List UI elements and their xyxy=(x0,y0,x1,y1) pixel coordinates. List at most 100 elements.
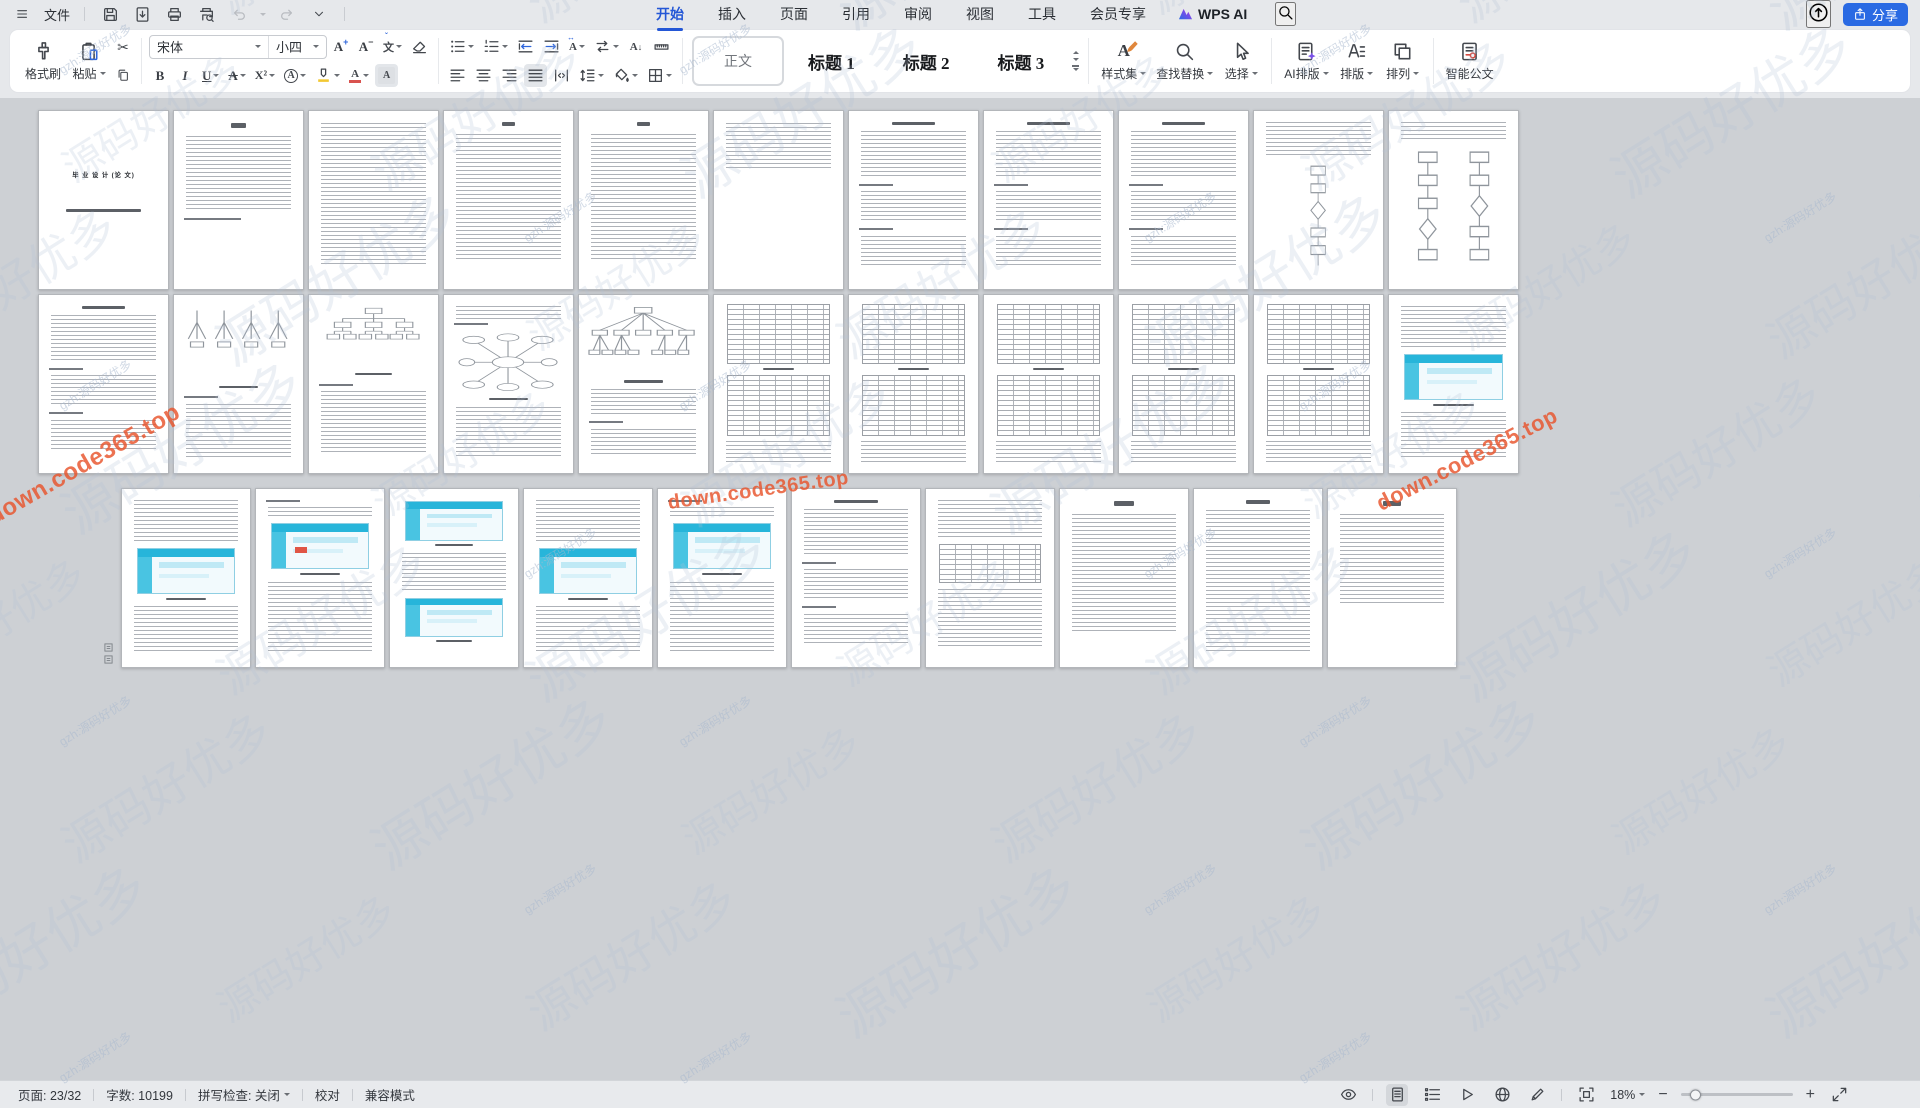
paste-button[interactable]: 粘贴 xyxy=(66,34,112,88)
page-indicator[interactable]: 页面: 23/32 xyxy=(18,1085,81,1104)
page-thumbnail[interactable] xyxy=(173,294,304,474)
character-shading-button[interactable]: A xyxy=(375,64,398,87)
page-thumbnail[interactable] xyxy=(925,488,1055,668)
tab-tools[interactable]: 工具 xyxy=(1026,0,1058,28)
font-size-select[interactable]: 小四 xyxy=(268,36,326,58)
style-heading2[interactable]: 标题 2 xyxy=(879,49,974,74)
page-thumbnail[interactable] xyxy=(389,488,519,668)
page-thumbnail[interactable]: 毕 业 设 计 (论 文) xyxy=(38,110,169,290)
increase-font-button[interactable]: A+ xyxy=(330,35,352,58)
bullet-list-button[interactable] xyxy=(446,35,477,58)
main-menu-button[interactable] xyxy=(12,3,34,25)
gallery-more-button[interactable] xyxy=(1072,65,1079,71)
ink-mode-button[interactable] xyxy=(1526,1084,1548,1106)
underline-button[interactable]: U xyxy=(199,64,222,87)
decrease-font-button[interactable]: A− xyxy=(355,35,377,58)
zoom-level-select[interactable]: 18% xyxy=(1610,1088,1645,1102)
page-thumbnail[interactable] xyxy=(38,294,169,474)
page-thumbnail[interactable] xyxy=(1118,110,1249,290)
select-button[interactable]: 选择 xyxy=(1218,34,1264,88)
bold-button[interactable]: B xyxy=(149,64,171,87)
gallery-scroll-down[interactable] xyxy=(1073,58,1079,61)
spellcheck-status[interactable]: 拼写检查: 关闭 xyxy=(198,1085,290,1104)
proofread-button[interactable]: 校对 xyxy=(315,1085,340,1104)
fullscreen-play-button[interactable] xyxy=(1456,1084,1478,1106)
align-right-button[interactable] xyxy=(498,64,521,87)
page-thumbnail[interactable] xyxy=(1193,488,1323,668)
cjk-layout-button[interactable] xyxy=(591,35,622,58)
align-center-button[interactable] xyxy=(472,64,495,87)
gallery-scroll-up[interactable] xyxy=(1073,51,1079,54)
page-thumbnail[interactable] xyxy=(1388,110,1519,290)
highlight-button[interactable] xyxy=(312,64,343,87)
zoom-in-button[interactable]: + xyxy=(1806,1087,1815,1103)
style-set-button[interactable]: A 样式集 xyxy=(1096,34,1151,88)
page-thumbnail[interactable] xyxy=(578,294,709,474)
tab-member[interactable]: 会员专享 xyxy=(1088,0,1148,28)
tab-review[interactable]: 审阅 xyxy=(902,0,934,28)
quick-access-more-button[interactable] xyxy=(308,3,330,25)
justify-button[interactable] xyxy=(524,64,547,87)
page-thumbnail[interactable] xyxy=(255,488,385,668)
ai-layout-button[interactable]: AI排版 xyxy=(1279,34,1333,88)
numbered-list-button[interactable] xyxy=(480,35,511,58)
borders-button[interactable] xyxy=(644,64,675,87)
font-color-button[interactable]: A xyxy=(346,64,372,87)
undo-dropdown-caret[interactable] xyxy=(260,13,266,16)
page-thumbnail[interactable] xyxy=(443,294,574,474)
page-thumbnail[interactable] xyxy=(713,110,844,290)
page-thumbnail[interactable] xyxy=(848,294,979,474)
page-thumbnail[interactable] xyxy=(523,488,653,668)
page-thumbnail[interactable] xyxy=(443,110,574,290)
line-spacing-button[interactable] xyxy=(576,64,607,87)
clear-format-button[interactable] xyxy=(408,35,431,58)
zoom-slider-track[interactable] xyxy=(1681,1093,1793,1096)
share-button[interactable]: 分享 xyxy=(1843,3,1908,26)
reading-mode-button[interactable] xyxy=(1337,1084,1359,1106)
page-thumbnail[interactable] xyxy=(1253,294,1384,474)
find-replace-button[interactable]: 查找替换 xyxy=(1151,34,1218,88)
page-thumbnail[interactable] xyxy=(657,488,787,668)
export-button[interactable] xyxy=(131,3,153,25)
zoom-out-button[interactable]: − xyxy=(1658,1087,1667,1103)
page-thumbnail[interactable] xyxy=(1118,294,1249,474)
tab-insert[interactable]: 插入 xyxy=(716,0,748,28)
tab-view[interactable]: 视图 xyxy=(964,0,996,28)
align-left-button[interactable] xyxy=(446,64,469,87)
page-view-button[interactable] xyxy=(1386,1084,1408,1106)
tab-reference[interactable]: 引用 xyxy=(840,0,872,28)
page-thumbnail[interactable] xyxy=(1253,110,1384,290)
page-thumbnail[interactable] xyxy=(173,110,304,290)
enclose-character-button[interactable]: A xyxy=(281,64,309,87)
font-name-select[interactable]: 宋体 xyxy=(150,36,268,58)
wps-ai-entry[interactable]: WPS AI xyxy=(1178,6,1247,22)
web-layout-button[interactable] xyxy=(1491,1084,1513,1106)
outline-view-button[interactable] xyxy=(1421,1084,1443,1106)
page-thumbnail[interactable] xyxy=(713,294,844,474)
tab-home[interactable]: 开始 xyxy=(654,0,686,28)
style-heading3[interactable]: 标题 3 xyxy=(974,49,1069,74)
fullscreen-button[interactable] xyxy=(1828,1084,1850,1106)
undo-button[interactable] xyxy=(227,3,249,25)
style-normal[interactable]: 正文 xyxy=(692,36,784,86)
search-button[interactable] xyxy=(1275,2,1296,26)
page-thumbnail[interactable] xyxy=(983,110,1114,290)
cut-button[interactable]: ✂ xyxy=(112,36,134,59)
sort-button[interactable]: A↓ xyxy=(625,35,647,58)
page-thumbnail[interactable] xyxy=(1059,488,1189,668)
distribute-button[interactable] xyxy=(550,64,573,87)
page-thumbnail[interactable] xyxy=(791,488,921,668)
page-thumbnail[interactable] xyxy=(1388,294,1519,474)
page-thumbnail[interactable] xyxy=(308,110,439,290)
redo-button[interactable] xyxy=(276,3,298,25)
zoom-slider-knob[interactable] xyxy=(1690,1089,1701,1100)
word-count[interactable]: 字数: 10199 xyxy=(106,1085,173,1104)
fit-page-button[interactable] xyxy=(1575,1084,1597,1106)
copy-button[interactable] xyxy=(112,64,134,87)
page-thumbnail[interactable] xyxy=(578,110,709,290)
file-menu[interactable]: 文件 xyxy=(44,5,70,24)
layout-button[interactable]: 排版 xyxy=(1334,34,1380,88)
style-heading1[interactable]: 标题 1 xyxy=(784,49,879,74)
character-scale-button[interactable]: ↔A xyxy=(566,35,588,58)
strikethrough-button[interactable]: A xyxy=(225,64,248,87)
